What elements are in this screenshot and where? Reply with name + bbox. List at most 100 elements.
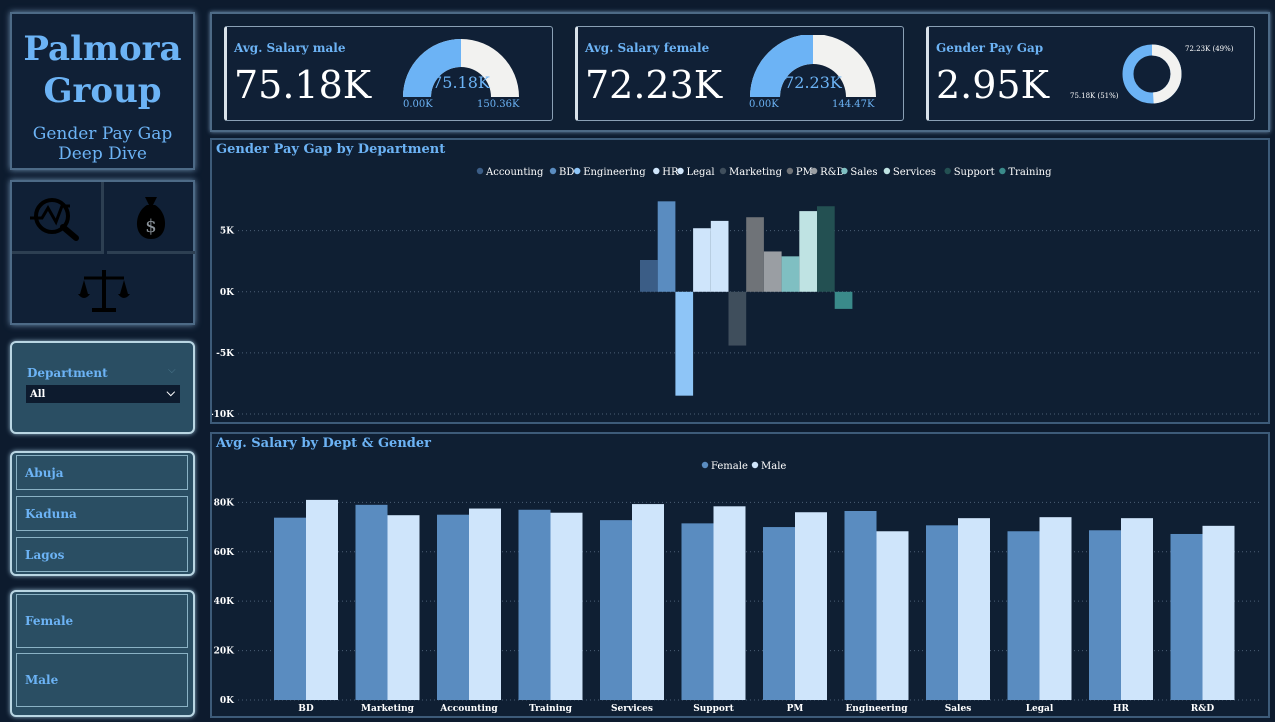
brand-panel: Palmora Group Gender Pay Gap Deep Dive (10, 12, 195, 170)
gap-bar[interactable] (675, 291, 694, 396)
nav-analytics[interactable] (12, 182, 104, 254)
salary-bar-female[interactable] (274, 517, 306, 700)
gap-legend-marker (574, 167, 581, 175)
gap-legend-item[interactable]: Sales (841, 167, 877, 178)
gap-legend-label: Training (1008, 167, 1052, 178)
salary-bar-female[interactable] (1007, 531, 1040, 700)
gap-bar[interactable] (640, 260, 658, 292)
salary-xtick-label: Support (693, 704, 734, 714)
salary-bar-female[interactable] (518, 509, 551, 700)
salary-bar-male[interactable] (958, 518, 990, 700)
salary-bar-male[interactable] (1202, 525, 1235, 700)
gap-bar[interactable] (710, 220, 729, 292)
salary-bar-male[interactable] (1121, 518, 1153, 700)
salary-bar-female[interactable] (763, 527, 795, 700)
kpi-frame: Avg. Salary male 75.18K 75.18K 0.00K 150… (210, 12, 1270, 132)
kpi-male-gauge-max: 150.36K (477, 99, 520, 110)
salary-legend-item[interactable]: Male (751, 461, 787, 472)
nav-pay-gap[interactable] (12, 257, 195, 323)
gap-bar[interactable] (781, 256, 800, 292)
gap-legend-item[interactable]: Marketing (719, 167, 783, 178)
kpi-female-value: 72.23K (585, 63, 723, 107)
gap-legend-label: Engineering (583, 167, 646, 178)
salary-xtick-label: Legal (1026, 704, 1054, 714)
salary-legend-item[interactable]: Female (701, 461, 748, 472)
gap-legend-item[interactable]: PM (786, 167, 813, 178)
salary-bar-male[interactable] (387, 515, 420, 700)
salary-legend-marker (751, 461, 759, 469)
salary-bar-male[interactable] (876, 531, 909, 700)
salary-bar-male[interactable] (632, 504, 664, 700)
salary-xtick-label: Engineering (845, 704, 908, 714)
salary-bar-female[interactable] (844, 511, 877, 700)
gap-legend-marker (944, 167, 951, 175)
gap-bar[interactable] (746, 217, 764, 292)
svg-text:$: $ (145, 216, 156, 237)
gap-chart: Accounting BD Engineering HR Legal Marketing P… (212, 167, 1262, 420)
gap-bar[interactable] (693, 228, 711, 292)
gap-bar[interactable] (763, 251, 782, 292)
gap-legend-item[interactable]: BD (549, 167, 575, 178)
gap-ytick-label: 5K (220, 227, 235, 237)
gap-legend-item[interactable]: Accounting (476, 167, 544, 178)
gap-legend-marker (476, 167, 484, 175)
location-option-abuja[interactable]: Abuja (16, 455, 188, 490)
kpi-female-label: Avg. Salary female (585, 41, 710, 55)
gap-chart-panel: Gender Pay Gap by Department Accounting B… (210, 138, 1270, 424)
nav-panel: $ (10, 180, 195, 325)
salary-bar-male[interactable] (1039, 517, 1072, 700)
gender-slicer: Female Male (10, 590, 195, 717)
kpi-card-gap: Gender Pay Gap 2.95K 72.23K (49%) 75.18K… (926, 26, 1255, 121)
salary-bar-female[interactable] (926, 525, 958, 700)
gap-legend-item[interactable]: Training (999, 167, 1052, 178)
gap-bar[interactable] (799, 211, 817, 292)
gap-legend-item[interactable]: Support (944, 167, 995, 178)
salary-ytick-label: 80K (214, 498, 236, 508)
salary-chart: Female Male 80K 60K 40K 20K 0K BD Marketing Accou… (214, 461, 1262, 714)
gap-legend-item[interactable]: Legal (677, 167, 715, 178)
gap-legend-label: HR (662, 167, 679, 178)
salary-ytick-label: 60K (214, 548, 236, 558)
salary-bar-female[interactable] (437, 514, 469, 700)
gap-legend-marker (653, 167, 660, 175)
gap-legend-item[interactable]: Services (883, 167, 936, 178)
location-option-kaduna[interactable]: Kaduna (16, 496, 188, 531)
gap-legend-label: R&D (820, 167, 844, 178)
salary-xtick-label: Services (611, 704, 653, 714)
salary-xtick-label: Training (529, 704, 573, 714)
salary-bar-male[interactable] (713, 506, 746, 700)
gap-legend-item[interactable]: Engineering (574, 167, 646, 178)
salary-bar-female[interactable] (355, 504, 388, 700)
gap-ytick-label: -5K (216, 349, 235, 359)
salary-bar-female[interactable] (1170, 533, 1203, 700)
gap-bar[interactable] (657, 201, 676, 292)
gap-legend-item[interactable]: R&D (810, 167, 845, 178)
gap-bar[interactable] (728, 291, 747, 346)
clear-selection-icon[interactable]: ⌵ (168, 365, 176, 376)
gap-legend-label: Marketing (729, 167, 783, 178)
gap-legend-marker (677, 167, 684, 175)
department-dropdown-value: All (30, 388, 46, 400)
nav-salary[interactable]: $ (107, 182, 195, 254)
salary-bar-female[interactable] (600, 520, 632, 700)
kpi-gap-donut-label-left: 75.18K (51%) (1070, 92, 1119, 100)
salary-bar-male[interactable] (306, 499, 338, 700)
gap-legend-marker (810, 167, 818, 175)
gap-bar[interactable] (817, 206, 835, 292)
gap-ytick-label: 0K (220, 288, 235, 298)
salary-bar-male[interactable] (550, 512, 583, 700)
salary-bar-female[interactable] (1089, 530, 1121, 700)
gender-option-female[interactable]: Female (16, 594, 188, 648)
location-option-lagos[interactable]: Lagos (16, 537, 188, 572)
analytics-icon (29, 197, 79, 241)
department-dropdown[interactable]: All ⌵ (26, 385, 180, 403)
gap-bar[interactable] (834, 291, 853, 309)
kpi-gap-donut-label-right: 72.23K (49%) (1185, 45, 1234, 53)
chevron-down-icon: ⌵ (166, 386, 175, 399)
salary-bar-male[interactable] (469, 508, 501, 700)
kpi-female-gauge-min: 0.00K (749, 99, 779, 110)
gender-option-male[interactable]: Male (16, 653, 188, 707)
salary-bar-male[interactable] (795, 512, 827, 700)
gap-legend-item[interactable]: HR (653, 167, 679, 178)
salary-bar-female[interactable] (681, 523, 714, 700)
